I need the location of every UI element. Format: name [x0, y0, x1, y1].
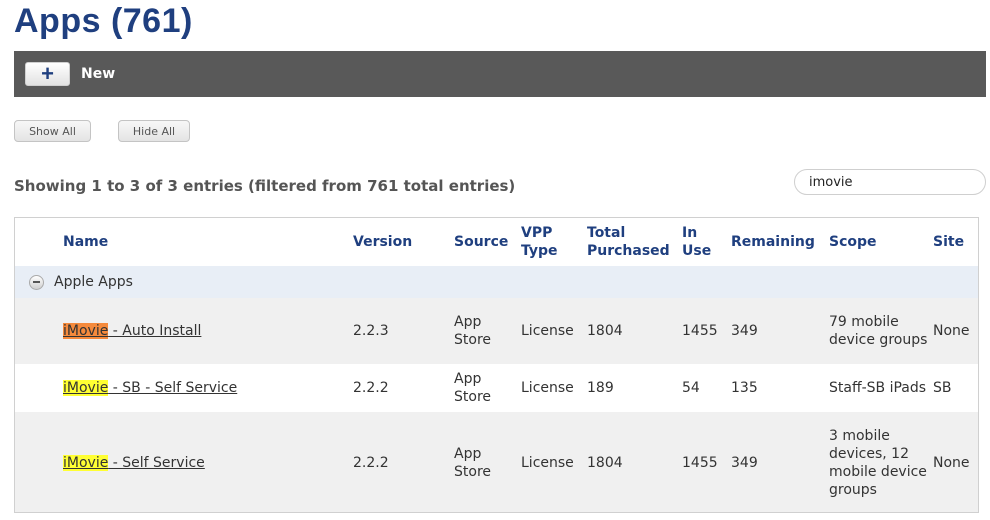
source-cell: App Store [450, 364, 517, 412]
entries-info: Showing 1 to 3 of 3 entries (filtered fr… [14, 177, 516, 195]
col-header-site[interactable]: Site [929, 218, 978, 266]
site-cell: None [929, 412, 978, 512]
apps-table: Name Version Source VPP Type Total Purch… [14, 217, 979, 513]
group-label: Apple Apps [54, 274, 133, 290]
table-row[interactable]: iMovie - SB - Self Service 2.2.2 App Sto… [15, 364, 978, 412]
col-header-name[interactable]: Name [59, 218, 349, 266]
remaining-cell: 349 [727, 412, 825, 512]
remaining-cell: 135 [727, 364, 825, 412]
site-cell: SB [929, 364, 978, 412]
new-button[interactable]: + [25, 62, 70, 86]
show-all-button[interactable]: Show All [14, 120, 91, 142]
row-spacer [15, 298, 59, 364]
app-name-rest: - Auto Install [108, 323, 202, 339]
version-cell: 2.2.2 [349, 412, 450, 512]
row-spacer [15, 412, 59, 512]
col-header-version[interactable]: Version [349, 218, 450, 266]
col-header-total-purchased[interactable]: Total Purchased [583, 218, 678, 266]
total-purchased-cell: 1804 [583, 412, 678, 512]
in-use-cell: 1455 [678, 412, 727, 512]
vpp-type-cell: License [517, 298, 583, 364]
version-cell: 2.2.2 [349, 364, 450, 412]
source-cell: App Store [450, 298, 517, 364]
toolbar: + New [14, 51, 986, 97]
hide-all-button[interactable]: Hide All [118, 120, 190, 142]
version-cell: 2.2.3 [349, 298, 450, 364]
col-header-source[interactable]: Source [450, 218, 517, 266]
table-row[interactable]: iMovie - Auto Install 2.2.3 App Store Li… [15, 298, 978, 364]
vpp-type-cell: License [517, 412, 583, 512]
remaining-cell: 349 [727, 298, 825, 364]
search-highlight: iMovie [63, 323, 109, 339]
table-header-row: Name Version Source VPP Type Total Purch… [15, 218, 978, 266]
app-name-cell: iMovie - SB - Self Service [59, 364, 349, 412]
source-cell: App Store [450, 412, 517, 512]
col-header-scope[interactable]: Scope [825, 218, 929, 266]
new-label[interactable]: New [81, 66, 115, 82]
scope-cell: 79 mobile device groups [825, 298, 929, 364]
vpp-type-cell: License [517, 364, 583, 412]
search-input[interactable] [794, 169, 986, 195]
scope-cell: Staff-SB iPads [825, 364, 929, 412]
row-spacer [15, 364, 59, 412]
group-row[interactable]: Apple Apps [15, 266, 978, 298]
app-link[interactable]: iMovie - Self Service [63, 455, 205, 471]
col-header-in-use[interactable]: In Use [678, 218, 727, 266]
app-link[interactable]: iMovie - Auto Install [63, 323, 201, 339]
col-header-vpp-type[interactable]: VPP Type [517, 218, 583, 266]
app-name-rest: - Self Service [108, 455, 205, 471]
search-highlight: iMovie [63, 455, 109, 471]
scope-cell: 3 mobile devices, 12 mobile device group… [825, 412, 929, 512]
app-name-cell: iMovie - Self Service [59, 412, 349, 512]
app-link[interactable]: iMovie - SB - Self Service [63, 380, 237, 396]
in-use-cell: 1455 [678, 298, 727, 364]
search-highlight: iMovie [63, 380, 109, 396]
col-expander [15, 218, 59, 266]
page-title: Apps (761) [14, 2, 193, 40]
in-use-cell: 54 [678, 364, 727, 412]
total-purchased-cell: 189 [583, 364, 678, 412]
collapse-icon[interactable] [29, 274, 44, 290]
plus-icon: + [41, 61, 54, 86]
total-purchased-cell: 1804 [583, 298, 678, 364]
app-name-cell: iMovie - Auto Install [59, 298, 349, 364]
table-row[interactable]: iMovie - Self Service 2.2.2 App Store Li… [15, 412, 978, 512]
app-name-rest: - SB - Self Service [108, 380, 238, 396]
site-cell: None [929, 298, 978, 364]
col-header-remaining[interactable]: Remaining [727, 218, 825, 266]
